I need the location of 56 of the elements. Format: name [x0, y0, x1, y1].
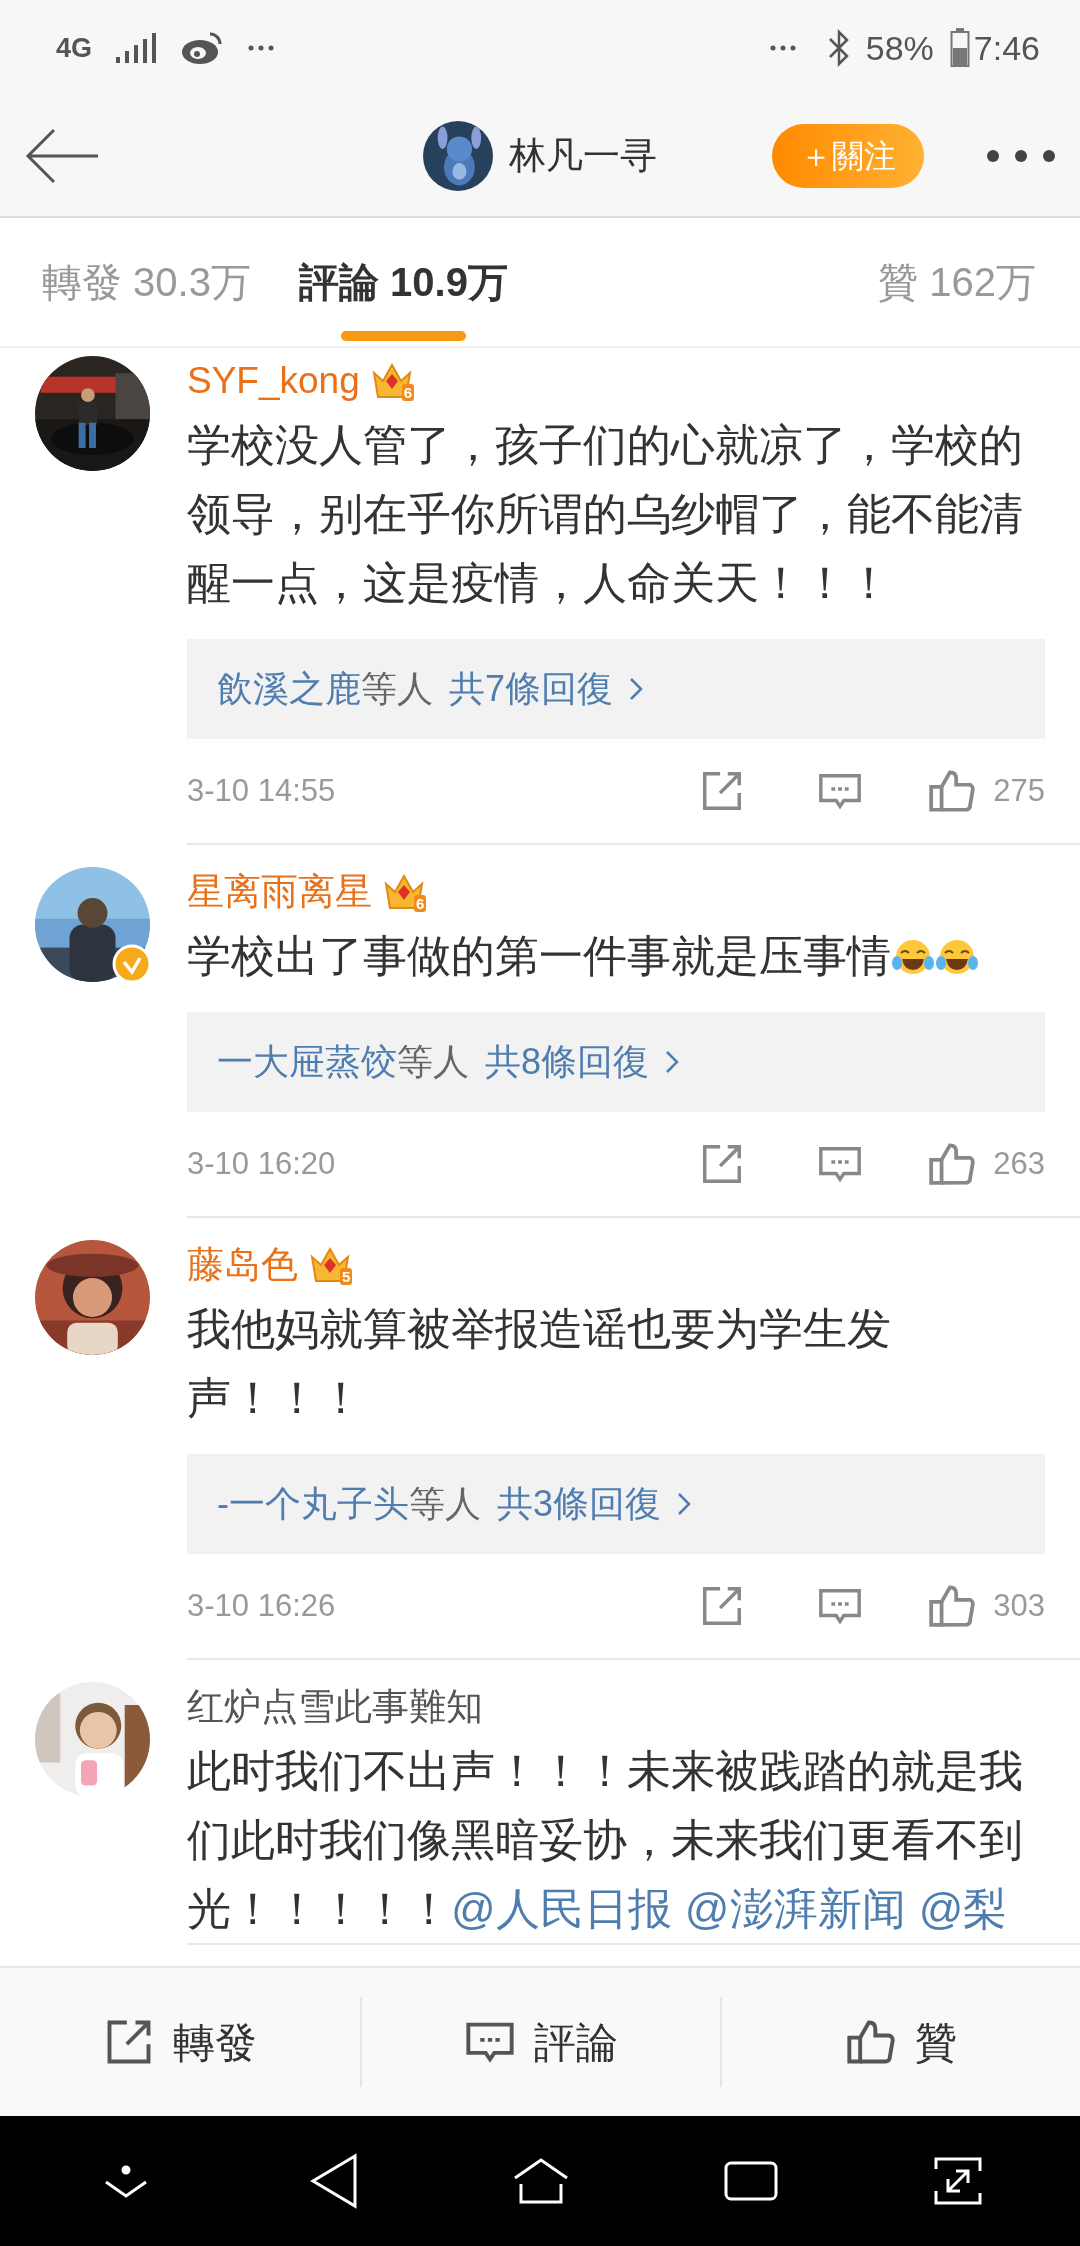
comment-time: 3-10 16:26 [187, 1586, 336, 1625]
network-type-label: 4G [56, 31, 93, 65]
reply-suffix: 等人 [397, 1040, 469, 1084]
back-icon[interactable] [308, 2153, 359, 2209]
more-icon[interactable] [986, 149, 1056, 163]
commenter-name[interactable]: SYF_kong [187, 353, 360, 409]
comment-text: 学校没人管了，孩子们的心就凉了，学校的领导，别在乎你所谓的乌纱帽了，能不能清醒一点，这是疫情，人命关天！！！ [187, 419, 1024, 609]
mention-link[interactable]: @人民日报 [451, 1884, 672, 1933]
chevron-right-icon [665, 1050, 680, 1074]
like-count: 275 [993, 771, 1045, 810]
reply-author-names[interactable]: -一个丸子头 [217, 1477, 409, 1531]
battery-icon [949, 28, 970, 68]
more-icon [248, 45, 275, 51]
replies-panel[interactable]: 飲溪之鹿等人 共7條回復 [187, 639, 1045, 739]
tab[interactable]: 轉發 30.3万 [42, 217, 251, 347]
repost-button[interactable]: 轉發 [97, 1997, 263, 2087]
replies-panel[interactable]: 一大屉蒸饺等人 共8條回復 [187, 1012, 1045, 1112]
laughing-emoji-icon [891, 937, 935, 977]
reply-author-names[interactable]: 一大屉蒸饺 [217, 1035, 397, 1089]
like-count: 263 [993, 1144, 1045, 1183]
battery-percent: 58% [865, 27, 934, 69]
mention-link[interactable]: @澎湃新闻 [684, 1884, 906, 1933]
vip-badge: 5 [308, 1245, 353, 1285]
reply-suffix: 等人 [409, 1482, 481, 1526]
clock-time: 7:46 [973, 27, 1040, 69]
comment-text: 学校出了事做的第一件事就是压事情 [187, 921, 1045, 990]
follow-button[interactable]: ＋關注 [772, 124, 924, 188]
comment-text: 我他妈就算被举报造谣也要为学生发声！！！ [187, 1303, 892, 1424]
commenter-name[interactable]: 星离雨离星 [187, 864, 372, 920]
commenter-name[interactable]: 红炉点雪此事難知 [187, 1679, 483, 1735]
reply-count-link[interactable]: 共3條回復 [497, 1477, 662, 1531]
like-count: 303 [993, 1586, 1045, 1625]
comment-time: 3-10 16:20 [187, 1144, 336, 1183]
more-icon [769, 45, 796, 51]
commenter-name[interactable]: 藤岛色 [187, 1237, 298, 1293]
reply-count-link[interactable]: 共8條回復 [485, 1035, 650, 1089]
comment-time: 3-10 14:55 [187, 771, 336, 810]
comment-text: 此时我们不出声！！！未来被践踏的就是我们此时我们像黑暗妥协，未来我们更看不到光！！！！！@人民日报 @澎湃新闻 @梨 [187, 1745, 1024, 1935]
recent-apps-icon[interactable] [723, 2160, 780, 2202]
like-button[interactable]: 贊 [839, 1997, 963, 2087]
tab[interactable]: 贊 162万 [878, 217, 1036, 347]
account-name: 林凡一寻 [509, 134, 657, 179]
chevron-right-icon [629, 677, 644, 701]
signal-icon [116, 33, 157, 63]
bluetooth-icon [827, 29, 850, 67]
reply-author-names[interactable]: 飲溪之鹿 [217, 662, 361, 716]
mention-link[interactable]: @梨 [918, 1884, 1008, 1933]
replies-panel[interactable]: -一个丸子头等人 共3條回復 [187, 1454, 1045, 1554]
back-icon[interactable] [24, 127, 100, 185]
vip-badge: 6 [382, 872, 427, 912]
laughing-emoji-icon [935, 937, 979, 977]
reply-suffix: 等人 [361, 667, 433, 711]
reply-count-link[interactable]: 共7條回復 [449, 662, 614, 716]
tab[interactable]: 評論 10.9万 [298, 217, 508, 347]
chevron-right-icon [677, 1492, 692, 1516]
comment-button[interactable]: 評論 [458, 1997, 624, 2087]
